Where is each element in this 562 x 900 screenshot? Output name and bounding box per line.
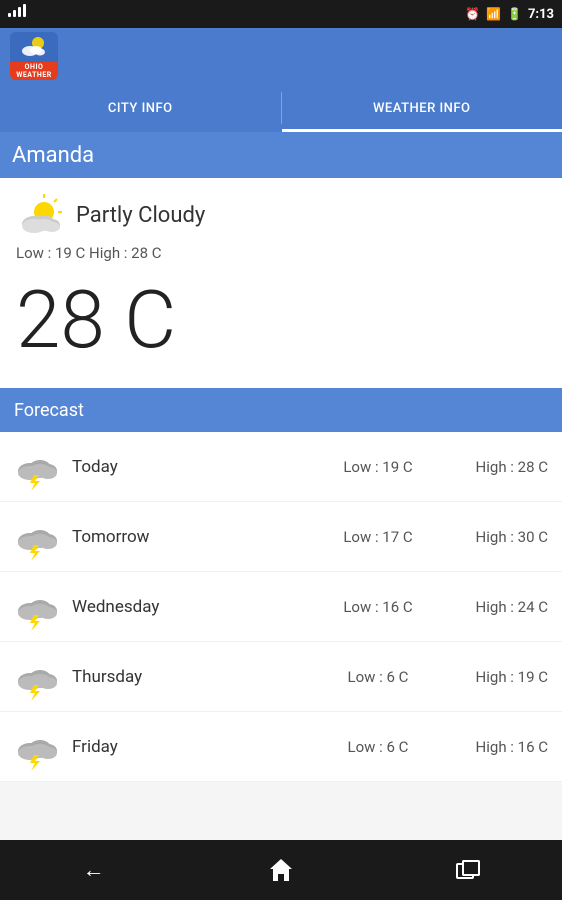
forecast-low: Low : 6 C	[318, 738, 438, 756]
forecast-low: Low : 17 C	[318, 528, 438, 546]
battery-icon: 🔋	[507, 7, 522, 21]
forecast-day: Thursday	[72, 667, 318, 687]
forecast-row: Tomorrow Low : 17 C High : 30 C	[0, 502, 562, 572]
bottom-nav: ←	[0, 840, 562, 900]
city-bar: Amanda	[0, 132, 562, 178]
status-left-icons	[8, 4, 26, 17]
forecast-day: Tomorrow	[72, 527, 318, 547]
status-bar: ⏰ 📶 🔋 7:13	[0, 0, 562, 28]
condition-text: Partly Cloudy	[76, 203, 205, 228]
city-name: Amanda	[12, 143, 94, 168]
tab-bar: CITY INFO WEATHER INFO	[0, 84, 562, 132]
forecast-high: High : 19 C	[438, 668, 548, 686]
forecast-low: Low : 19 C	[318, 458, 438, 476]
forecast-high: High : 28 C	[438, 458, 548, 476]
alarm-icon: ⏰	[465, 7, 480, 21]
wifi-icon: 📶	[486, 7, 501, 21]
condition-row: Partly Cloudy	[16, 190, 546, 240]
tab-city-info[interactable]: CITY INFO	[0, 84, 281, 132]
forecast-day: Today	[72, 457, 318, 477]
logo-icon	[10, 32, 58, 62]
forecast-list: Today Low : 19 C High : 28 C Tomorrow Lo…	[0, 432, 562, 782]
forecast-icon	[14, 653, 62, 701]
temp-range: Low : 19 C High : 28 C	[16, 244, 546, 262]
forecast-high: High : 30 C	[438, 528, 548, 546]
current-temp: 28 C	[16, 270, 546, 380]
forecast-row: Today Low : 19 C High : 28 C	[0, 432, 562, 502]
home-button[interactable]	[251, 850, 311, 890]
forecast-row: Thursday Low : 6 C High : 19 C	[0, 642, 562, 712]
forecast-row: Friday Low : 6 C High : 16 C	[0, 712, 562, 782]
forecast-row: Wednesday Low : 16 C High : 24 C	[0, 572, 562, 642]
status-time: 7:13	[528, 7, 554, 22]
forecast-day: Wednesday	[72, 597, 318, 617]
tab-weather-info[interactable]: WEATHER INFO	[282, 84, 562, 132]
forecast-low: Low : 16 C	[318, 598, 438, 616]
forecast-low: Low : 6 C	[318, 668, 438, 686]
logo-label: OHIOWEATHER	[10, 62, 58, 80]
forecast-day: Friday	[72, 737, 318, 757]
forecast-header: Forecast	[0, 388, 562, 432]
forecast-high: High : 24 C	[438, 598, 548, 616]
app-header: OHIOWEATHER	[0, 28, 562, 84]
forecast-icon	[14, 723, 62, 771]
back-button[interactable]: ←	[64, 850, 124, 890]
forecast-high: High : 16 C	[438, 738, 548, 756]
current-weather-panel: Partly Cloudy Low : 19 C High : 28 C 28 …	[0, 178, 562, 388]
forecast-icon	[14, 443, 62, 491]
recent-apps-button[interactable]	[438, 850, 498, 890]
forecast-title: Forecast	[14, 400, 84, 421]
condition-icon	[16, 190, 66, 240]
forecast-icon	[14, 583, 62, 631]
app-logo: OHIOWEATHER	[10, 32, 58, 80]
forecast-icon	[14, 513, 62, 561]
